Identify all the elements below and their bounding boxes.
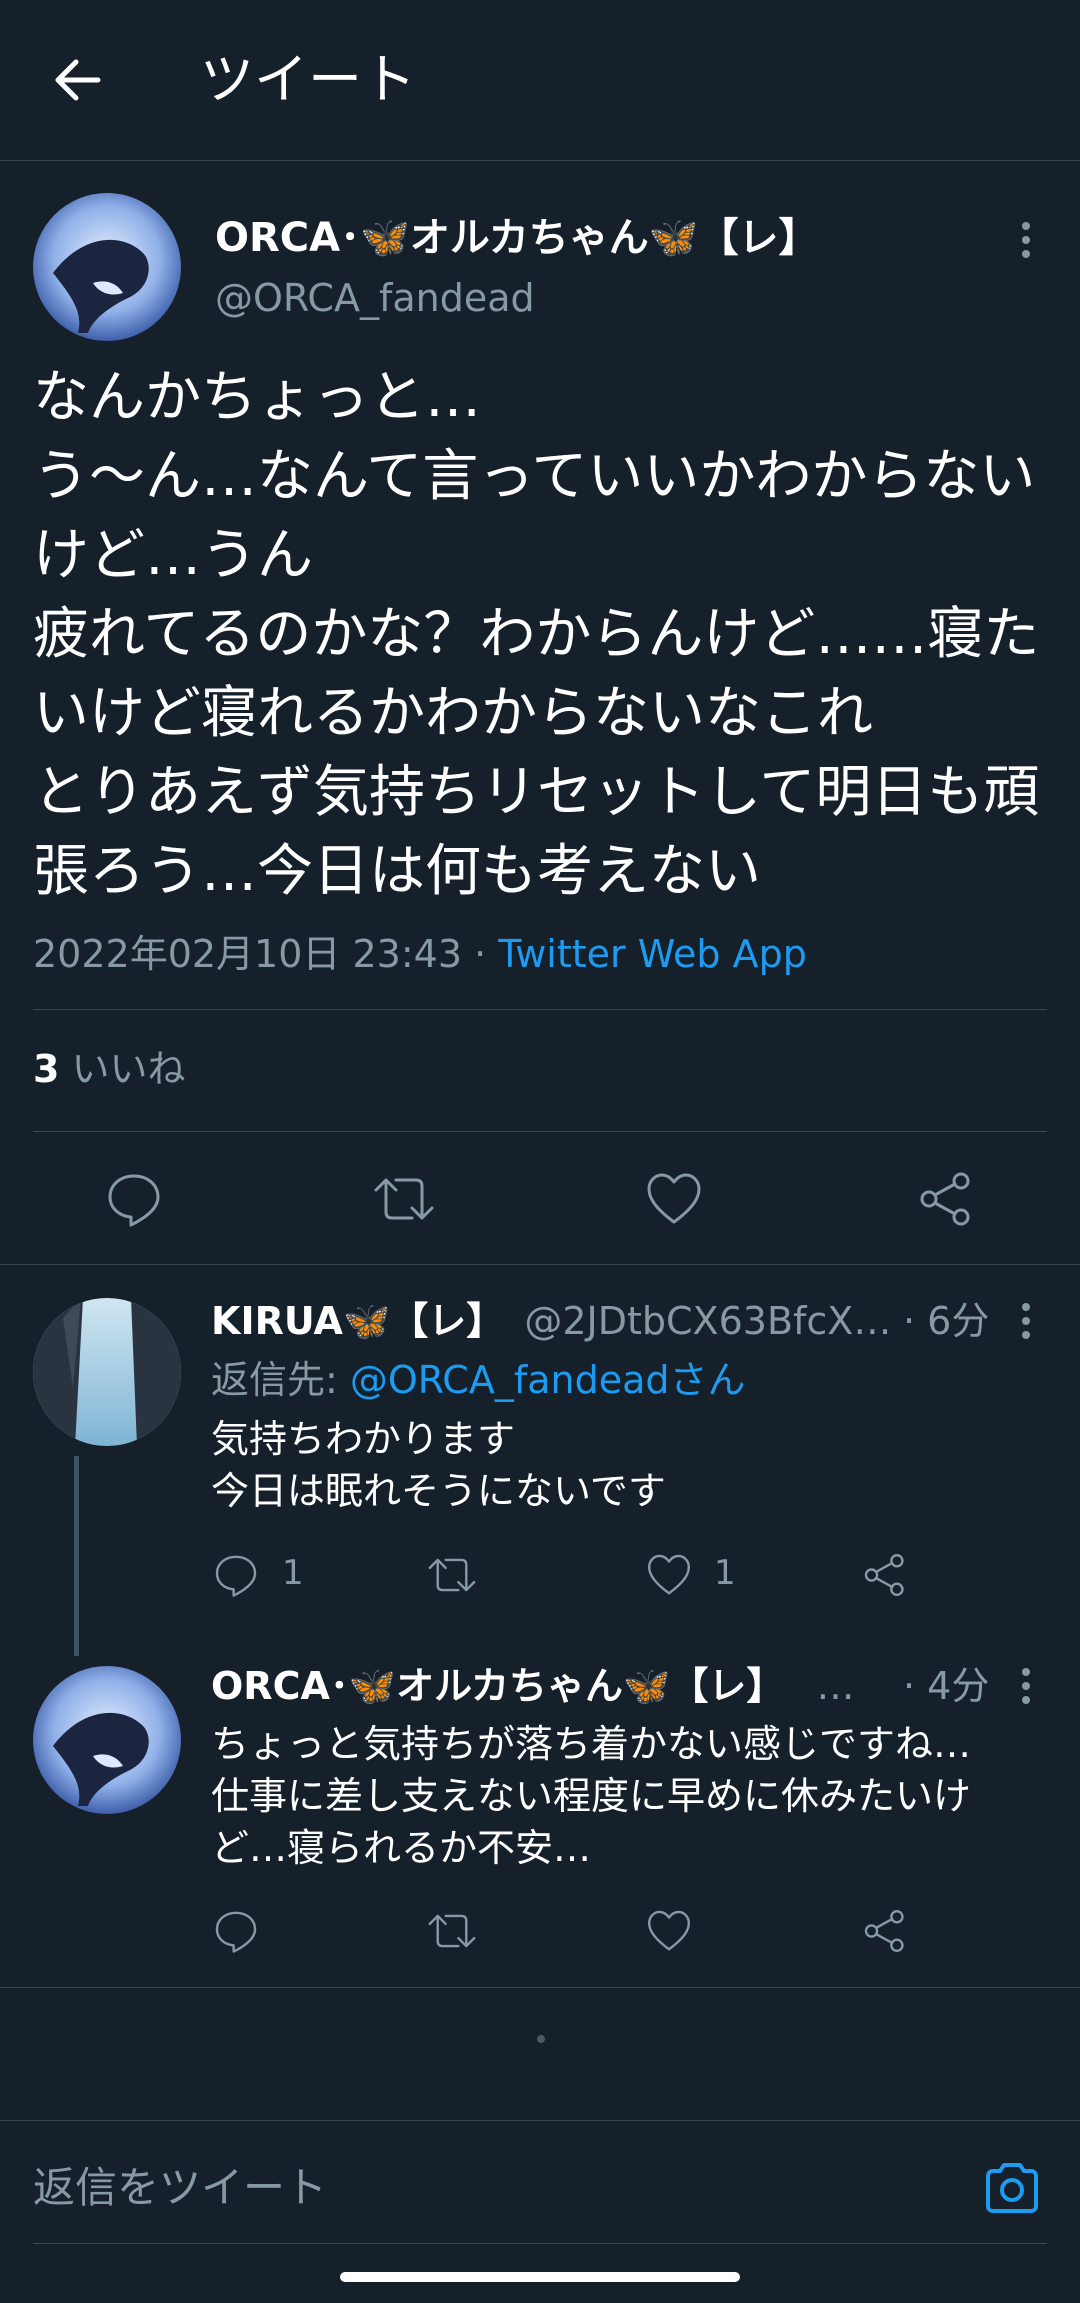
share-icon[interactable] xyxy=(862,1552,908,1598)
likes-label: いいね xyxy=(71,1047,186,1091)
reply-time: · 6分 xyxy=(903,1299,990,1343)
like-count: 1 xyxy=(714,1553,736,1593)
loading-indicator xyxy=(537,2035,545,2043)
user-handle[interactable]: @2JDtbCX63BfcX… xyxy=(524,1299,891,1343)
share-icon[interactable] xyxy=(917,1170,975,1228)
share-icon[interactable] xyxy=(862,1908,908,1954)
user-handle[interactable]: … xyxy=(816,1664,854,1708)
display-name[interactable]: ORCA･🦋オルカちゃん🦋【レ】 xyxy=(211,1664,784,1708)
likes-count: 3 xyxy=(33,1047,60,1091)
top-bar: ツイート xyxy=(0,0,1080,161)
like-icon[interactable] xyxy=(646,1908,692,1954)
avatar[interactable] xyxy=(33,1298,181,1446)
reply-icon[interactable] xyxy=(105,1170,163,1228)
display-name[interactable]: KIRUA🦋【レ】 xyxy=(211,1299,504,1343)
reply-to-label: 返信先: xyxy=(211,1358,350,1402)
tweet-source-link[interactable]: Twitter Web App xyxy=(498,932,807,976)
arrow-left-icon[interactable] xyxy=(48,50,108,110)
more-options-icon[interactable] xyxy=(1016,1303,1036,1345)
retweet-icon[interactable] xyxy=(426,1552,478,1598)
divider xyxy=(33,1131,1047,1132)
display-name[interactable]: ORCA･🦋オルカちゃん🦋【レ】 xyxy=(215,210,819,266)
divider xyxy=(0,1987,1080,1988)
divider xyxy=(33,2243,1047,2244)
thread-line xyxy=(74,1456,79,1656)
tweet-meta: 2022年02月10日 23:43 · Twitter Web App xyxy=(33,928,807,980)
more-options-icon[interactable] xyxy=(1016,1668,1036,1710)
divider xyxy=(33,1009,1047,1010)
reply-time: · 4分 xyxy=(903,1664,990,1708)
tweet-timestamp: 2022年02月10日 23:43 xyxy=(33,932,463,976)
reply-input[interactable]: 返信をツイート xyxy=(33,2160,327,2216)
reply-count: 1 xyxy=(282,1553,304,1593)
divider xyxy=(0,2120,1080,2121)
camera-icon[interactable] xyxy=(982,2160,1042,2216)
divider xyxy=(0,1264,1080,1265)
reply-to-handle[interactable]: @ORCA_fandeadさん xyxy=(350,1358,746,1402)
reply-text: 気持ちわかります 今日は眠れそうにないです xyxy=(211,1417,666,1513)
meta-separator: · xyxy=(462,932,499,976)
likes-summary[interactable]: 3 いいね xyxy=(33,1043,186,1095)
like-icon[interactable] xyxy=(645,1170,703,1228)
reply-header: ORCA･🦋オルカちゃん🦋【レ】 … xyxy=(211,1660,854,1712)
home-indicator[interactable] xyxy=(340,2272,740,2282)
more-options-icon[interactable] xyxy=(1016,222,1036,264)
like-icon[interactable] xyxy=(646,1552,692,1598)
user-handle[interactable]: @ORCA_fandead xyxy=(215,272,535,324)
reply-text: ちょっと気持ちが落ち着かない感じですね… 仕事に差し支えない程度に早めに休みたい… xyxy=(211,1722,972,1870)
avatar[interactable] xyxy=(33,1666,181,1814)
retweet-icon[interactable] xyxy=(372,1170,436,1228)
reply-icon[interactable] xyxy=(213,1908,259,1954)
tweet-text: なんかちょっと… う〜ん…なんて言っていいかわからないけど…うん 疲れてるのかな… xyxy=(33,365,1040,904)
reply-to: 返信先: @ORCA_fandeadさん xyxy=(211,1354,746,1406)
reply-icon[interactable] xyxy=(213,1552,259,1598)
reply-header: KIRUA🦋【レ】 @2JDtbCX63BfcX… xyxy=(211,1295,891,1347)
retweet-icon[interactable] xyxy=(426,1908,478,1954)
page-title: ツイート xyxy=(200,48,416,111)
avatar[interactable] xyxy=(33,193,181,341)
